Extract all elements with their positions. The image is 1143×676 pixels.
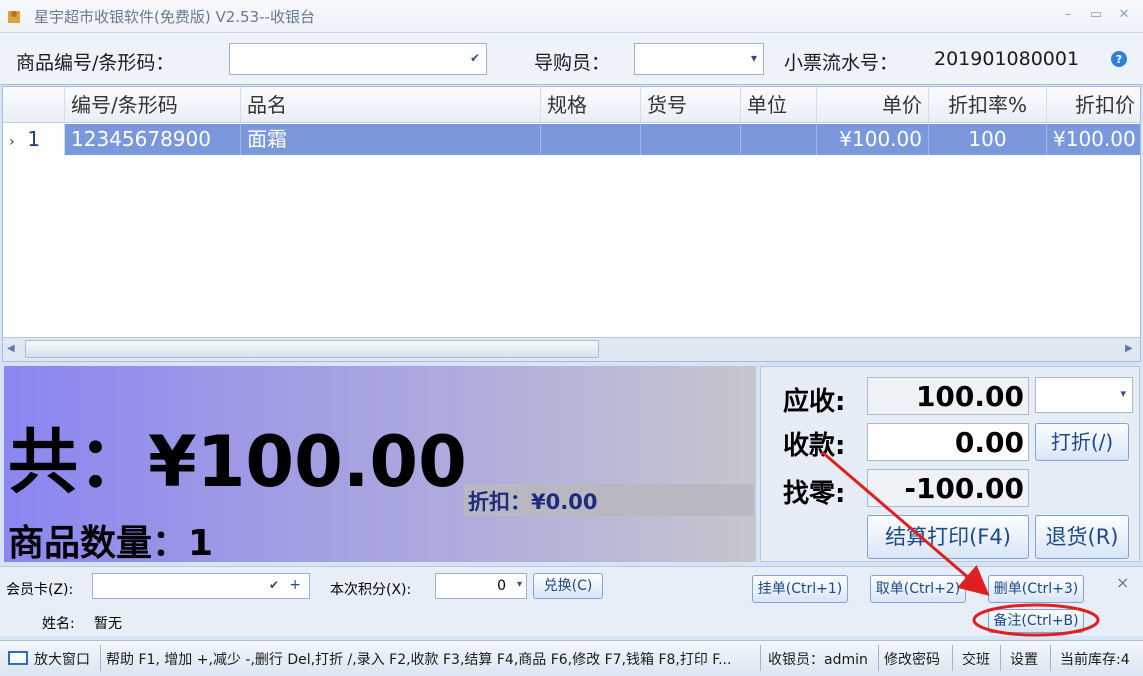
payment-panel: 应收: 100.00 ▾ 收款: 0.00 打折(/) 找零: -100.00 … — [760, 366, 1140, 562]
receipt-number: 201901080001 — [934, 48, 1080, 70]
settings-link[interactable]: 设置 — [1010, 649, 1038, 669]
column-header[interactable]: 单价 — [817, 87, 929, 123]
discount-amount: 折扣：¥0.00 — [468, 490, 598, 514]
column-header[interactable]: 规格 — [541, 87, 641, 123]
retrieve-order-button[interactable]: 取单(Ctrl+2) — [870, 575, 966, 603]
barcode-label: 商品编号/条形码： — [16, 52, 175, 74]
separator — [878, 645, 879, 671]
svg-text:?: ? — [1116, 53, 1122, 66]
cell-unit[interactable] — [741, 124, 817, 155]
return-button[interactable]: 退货(R) — [1035, 515, 1129, 559]
column-header[interactable]: 折扣率% — [929, 87, 1047, 123]
scroll-right-icon[interactable]: ▶ — [1125, 342, 1137, 356]
check-icon: ✔ — [469, 51, 480, 65]
title-bar: 星宇超市收银软件(免费版) V2.53--收银台 – ▭ ✕ — [0, 0, 1143, 33]
separator — [100, 645, 101, 671]
change-password-link[interactable]: 修改密码 — [884, 649, 940, 669]
cell-item-no[interactable] — [641, 124, 741, 155]
column-header[interactable]: 单位 — [741, 87, 817, 123]
column-header[interactable]: 品名 — [241, 87, 541, 123]
discount-box: 折扣：¥0.00 — [464, 484, 754, 516]
separator — [1000, 645, 1001, 671]
member-name: 暂无 — [94, 616, 122, 632]
guide-select[interactable]: ▾ — [634, 43, 764, 75]
change-value: -100.00 — [867, 469, 1029, 507]
row-indicator: › 1 — [3, 124, 65, 155]
search-bar: 商品编号/条形码： ✔ 导购员： ▾ 小票流水号： 201901080001 ? — [0, 33, 1143, 85]
payment-method-select[interactable]: ▾ — [1035, 377, 1133, 413]
column-header[interactable]: 货号 — [641, 87, 741, 123]
points-label: 本次积分(X): — [330, 582, 412, 598]
points-input[interactable]: 0 ▾ — [435, 573, 527, 599]
cell-spec[interactable] — [541, 124, 641, 155]
cashier-info: 收银员：admin — [768, 652, 868, 668]
cell-discount-price[interactable]: ¥100.00 — [1047, 124, 1140, 155]
minimize-button[interactable]: – — [1058, 5, 1078, 25]
add-icon[interactable]: + — [289, 577, 301, 593]
close-button[interactable]: ✕ — [1114, 5, 1134, 25]
receivable-value: 100.00 — [867, 377, 1029, 415]
total-amount: 共：¥100.00 — [8, 421, 467, 503]
guide-label: 导购员： — [534, 52, 611, 74]
stock-info: 当前库存:4 — [1060, 652, 1130, 668]
chevron-down-icon: ▾ — [1120, 387, 1126, 400]
delete-order-button[interactable]: 删单(Ctrl+3) — [988, 575, 1084, 603]
row-header-corner — [3, 87, 65, 123]
scroll-left-icon[interactable]: ◀ — [7, 342, 19, 356]
exchange-button[interactable]: 兑换(C) — [533, 573, 603, 599]
chevron-down-icon: ▾ — [750, 51, 757, 65]
check-icon: ✔ — [268, 578, 279, 592]
shortcut-help-text: 帮助 F1, 增加 +,减少 -,删行 Del,打折 /,录入 F2,收款 F3… — [106, 652, 732, 668]
item-quantity: 商品数量：1 — [8, 523, 214, 564]
member-panel: 会员卡(Z): ✔ + 本次积分(X): 0 ▾ 兑换(C) 姓名: 暂无 挂单… — [0, 566, 1143, 636]
scroll-thumb[interactable] — [25, 340, 599, 358]
member-card-input[interactable]: ✔ + — [92, 573, 310, 599]
separator — [760, 645, 761, 671]
hold-order-button[interactable]: 挂单(Ctrl+1) — [752, 575, 848, 603]
cell-name[interactable]: 面霜 — [241, 124, 541, 155]
separator — [1050, 645, 1051, 671]
table-row[interactable]: › 1 12345678900 面霜 ¥100.00 100 ¥100.00 — [3, 124, 1140, 155]
barcode-input[interactable]: ✔ — [229, 43, 487, 75]
discount-button[interactable]: 打折(/) — [1035, 423, 1129, 461]
change-label: 找零: — [783, 479, 846, 509]
horizontal-scrollbar[interactable]: ◀ ▶ — [3, 337, 1140, 361]
receivable-label: 应收: — [783, 387, 846, 417]
separator — [952, 645, 953, 671]
close-icon[interactable]: × — [1116, 573, 1129, 592]
paid-input[interactable]: 0.00 — [867, 423, 1029, 461]
member-card-label: 会员卡(Z): — [6, 582, 74, 598]
column-header[interactable]: 折扣价 — [1047, 87, 1140, 123]
note-button[interactable]: 备注(Ctrl+B) — [988, 609, 1084, 633]
product-grid: 编号/条形码 品名 规格 货号 单位 单价 折扣率% 折扣价 › 1 12345… — [2, 86, 1141, 362]
shift-change-link[interactable]: 交班 — [962, 649, 990, 669]
name-label: 姓名: — [42, 616, 75, 632]
window-title: 星宇超市收银软件(免费版) V2.53--收银台 — [34, 8, 315, 26]
chevron-right-icon: › — [9, 134, 15, 150]
total-panel: 共：¥100.00 折扣：¥0.00 商品数量：1 — [4, 366, 756, 564]
status-bar: 放大窗口 帮助 F1, 增加 +,减少 -,删行 Del,打折 /,录入 F2,… — [0, 640, 1143, 676]
cell-price[interactable]: ¥100.00 — [817, 124, 929, 155]
cell-barcode[interactable]: 12345678900 — [65, 124, 241, 155]
receipt-label: 小票流水号： — [784, 52, 899, 74]
app-logo-icon — [8, 11, 20, 23]
chevron-down-icon: ▾ — [516, 579, 522, 590]
paid-label: 收款: — [783, 431, 846, 461]
maximize-button[interactable]: ▭ — [1086, 5, 1106, 25]
window-icon — [8, 651, 28, 665]
help-icon[interactable]: ? — [1110, 50, 1128, 68]
grid-header: 编号/条形码 品名 规格 货号 单位 单价 折扣率% 折扣价 — [3, 87, 1140, 123]
cell-discount-rate[interactable]: 100 — [929, 124, 1047, 155]
checkout-print-button[interactable]: 结算打印(F4) — [867, 515, 1029, 559]
column-header[interactable]: 编号/条形码 — [65, 87, 241, 123]
enlarge-window-button[interactable]: 放大窗口 — [34, 649, 90, 669]
